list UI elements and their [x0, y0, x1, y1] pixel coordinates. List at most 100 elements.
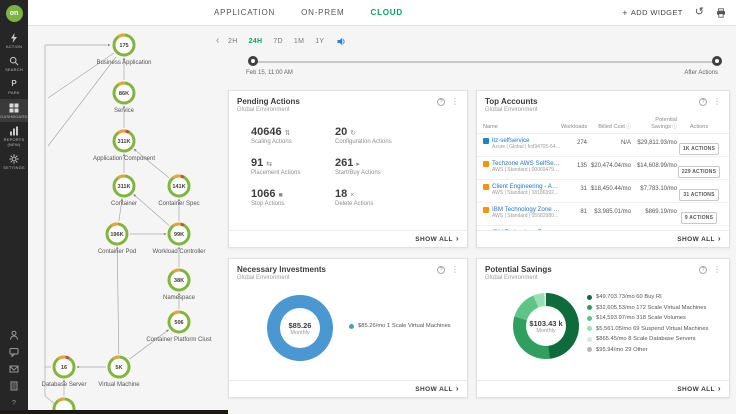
svg-text:311K: 311K [117, 184, 130, 190]
cloud-provider-icon [483, 138, 489, 144]
sidebar-item-settings[interactable]: SETTINGS [0, 150, 28, 173]
svg-text:38K: 38K [174, 278, 184, 284]
show-all-button[interactable]: SHOW ALL › [229, 380, 467, 397]
legend-item: $14,593.97/mo 318 Scale Volumes [587, 315, 708, 321]
supply-chain-node-cpod[interactable]: 196K Container Pod [98, 220, 136, 255]
docs-icon[interactable] [9, 381, 19, 391]
show-all-button[interactable]: SHOW ALL › [477, 380, 729, 397]
account-link[interactable]: itz-selfservice [492, 137, 561, 144]
account-link[interactable]: Client Engineering - Americas - CE - [492, 183, 561, 190]
donut-center-label: $103.43 k Monthly [529, 318, 563, 334]
tab-application[interactable]: APPLICATION [214, 8, 275, 17]
history-icon[interactable]: ↺ [695, 7, 704, 18]
widget-title: Top Accounts [485, 97, 538, 106]
supply-chain-diagram: 175 Business Application 86K Service 311K App… [41, 31, 212, 414]
action-type-icon: × [350, 192, 355, 199]
range-24h[interactable]: 24H [249, 38, 263, 45]
timeline-track[interactable] [254, 61, 716, 63]
kebab-menu-icon[interactable]: ⋮ [713, 265, 721, 274]
sidebar-item-dashboard[interactable]: DASHBOARD [0, 98, 28, 122]
actions-button[interactable]: 31 ACTIONS [679, 189, 719, 201]
actions-button[interactable]: 9 ACTIONS [680, 212, 718, 224]
range-1m[interactable]: 1M [294, 38, 304, 45]
tab-on-prem[interactable]: ON-PREM [301, 8, 344, 17]
svg-text:Service: Service [114, 108, 135, 114]
account-row: Client Engineering - Americas - CE - AWS… [477, 180, 729, 203]
legend-item: $5,561.05/mo 69 Suspend Virtual Machines [587, 326, 708, 332]
account-link[interactable]: Techzone AWS SelfService [492, 160, 561, 167]
app-logo[interactable]: on [5, 5, 23, 22]
print-icon[interactable] [716, 7, 726, 18]
account-detail: AWS | Standard | 181863925936 [492, 190, 561, 196]
supply-chain-node-ns[interactable]: 38K Namespace [163, 266, 196, 301]
top-accounts-columns[interactable]: Name Workloads Billed Costⓘ Potential Sa… [477, 113, 729, 134]
pending-stat: 40646 ⇅ Scaling Actions [251, 126, 292, 145]
kebab-menu-icon[interactable]: ⋮ [451, 265, 459, 274]
svg-text:Namespace: Namespace [163, 295, 196, 301]
svg-text:Database Server: Database Server [41, 382, 86, 388]
action-type-icon: ▸ [356, 161, 360, 168]
user-icon[interactable] [9, 330, 19, 340]
range-7d[interactable]: 7D [273, 38, 283, 45]
sidebar-item-search[interactable]: SEARCH [0, 52, 28, 75]
reports-icon [9, 126, 19, 136]
sidebar-item-park[interactable]: P PARK [0, 75, 28, 98]
supply-chain-node-ac[interactable]: 311K Application Component [93, 127, 155, 162]
supply-chain-node-cont[interactable]: 311K Container [110, 172, 138, 207]
timeline-handle-start[interactable] [248, 56, 258, 66]
kebab-menu-icon[interactable]: ⋮ [451, 97, 459, 106]
timeline-end-label: After Actions [684, 70, 718, 76]
kebab-menu-icon[interactable]: ⋮ [713, 97, 721, 106]
timeline-handle-end[interactable] [712, 56, 722, 66]
show-all-button[interactable]: SHOW ALL › [229, 230, 467, 247]
chevron-right-icon: › [455, 384, 459, 393]
supply-chain-node-ba[interactable]: 175 Business Application [96, 31, 152, 66]
supply-chain-node-dbs[interactable]: 16 Database Server [41, 353, 87, 388]
sidebar-footer: ? [9, 330, 19, 408]
range-1y[interactable]: 1Y [315, 38, 324, 45]
actions-button[interactable]: 1K ACTIONS [678, 143, 720, 155]
svg-text:175: 175 [119, 43, 128, 49]
potential-savings-value: $29,811.93/mo [637, 140, 677, 146]
help-icon[interactable]: ? [699, 97, 707, 106]
account-row: Techzone AWS SelfService AWS | Standard … [477, 157, 729, 180]
svg-text:Virtual Machine: Virtual Machine [98, 382, 140, 388]
legend-dot [587, 315, 592, 321]
supply-chain-node-cspec[interactable]: 141K Container Spec [158, 172, 200, 207]
help-icon[interactable]: ? [437, 265, 445, 274]
svg-text:311K: 311K [117, 139, 130, 145]
legend-dot [587, 326, 592, 331]
help-icon[interactable]: ? [699, 265, 707, 274]
supply-chain-node-wc[interactable]: 99K Workload Controller [153, 220, 206, 255]
actions-button[interactable]: 229 ACTIONS [677, 166, 721, 178]
topbar: APPLICATION ON-PREM CLOUD + ADD WIDGET ↺ [28, 0, 736, 26]
workloads-value: 274 [576, 140, 587, 146]
widget-scope: Global Environment [485, 275, 538, 281]
speaker-icon[interactable] [337, 37, 346, 46]
help-icon[interactable]: ? [437, 97, 445, 106]
chat-icon[interactable] [9, 347, 19, 357]
account-link[interactable]: IBM Technology Zone - Q1 competitic [492, 206, 561, 213]
legend-dot [587, 336, 592, 342]
supply-chain-node-svc[interactable]: 86K Service [110, 79, 138, 114]
mail-icon[interactable] [9, 364, 19, 374]
svg-text:Business Application: Business Application [96, 60, 151, 66]
chevron-left-icon[interactable]: ‹ [216, 36, 219, 46]
show-all-button[interactable]: SHOW ALL › [477, 230, 729, 247]
supply-chain-node-cpc[interactable]: 506 Container Platform Clust [146, 308, 212, 343]
legend-dot [587, 305, 592, 310]
svg-text:196K: 196K [110, 232, 123, 238]
range-2h[interactable]: 2H [228, 38, 238, 45]
widget-title: Potential Savings [485, 265, 552, 274]
cloud-provider-icon [483, 207, 489, 213]
help-icon[interactable]: ? [9, 398, 19, 408]
supply-chain-node-vm[interactable]: 5K Virtual Machine [98, 353, 140, 388]
svg-text:99K: 99K [174, 232, 184, 238]
svg-text:Container Pod: Container Pod [98, 249, 136, 255]
svg-text:86K: 86K [119, 91, 129, 97]
potential-savings-value: $869.19/mo [645, 209, 677, 215]
tab-cloud[interactable]: CLOUD [371, 8, 403, 17]
sidebar-item-action[interactable]: ACTION [0, 29, 28, 52]
add-widget-button[interactable]: + ADD WIDGET [622, 8, 683, 18]
sidebar-item-reports[interactable]: REPORTS (NEW) [0, 122, 28, 150]
